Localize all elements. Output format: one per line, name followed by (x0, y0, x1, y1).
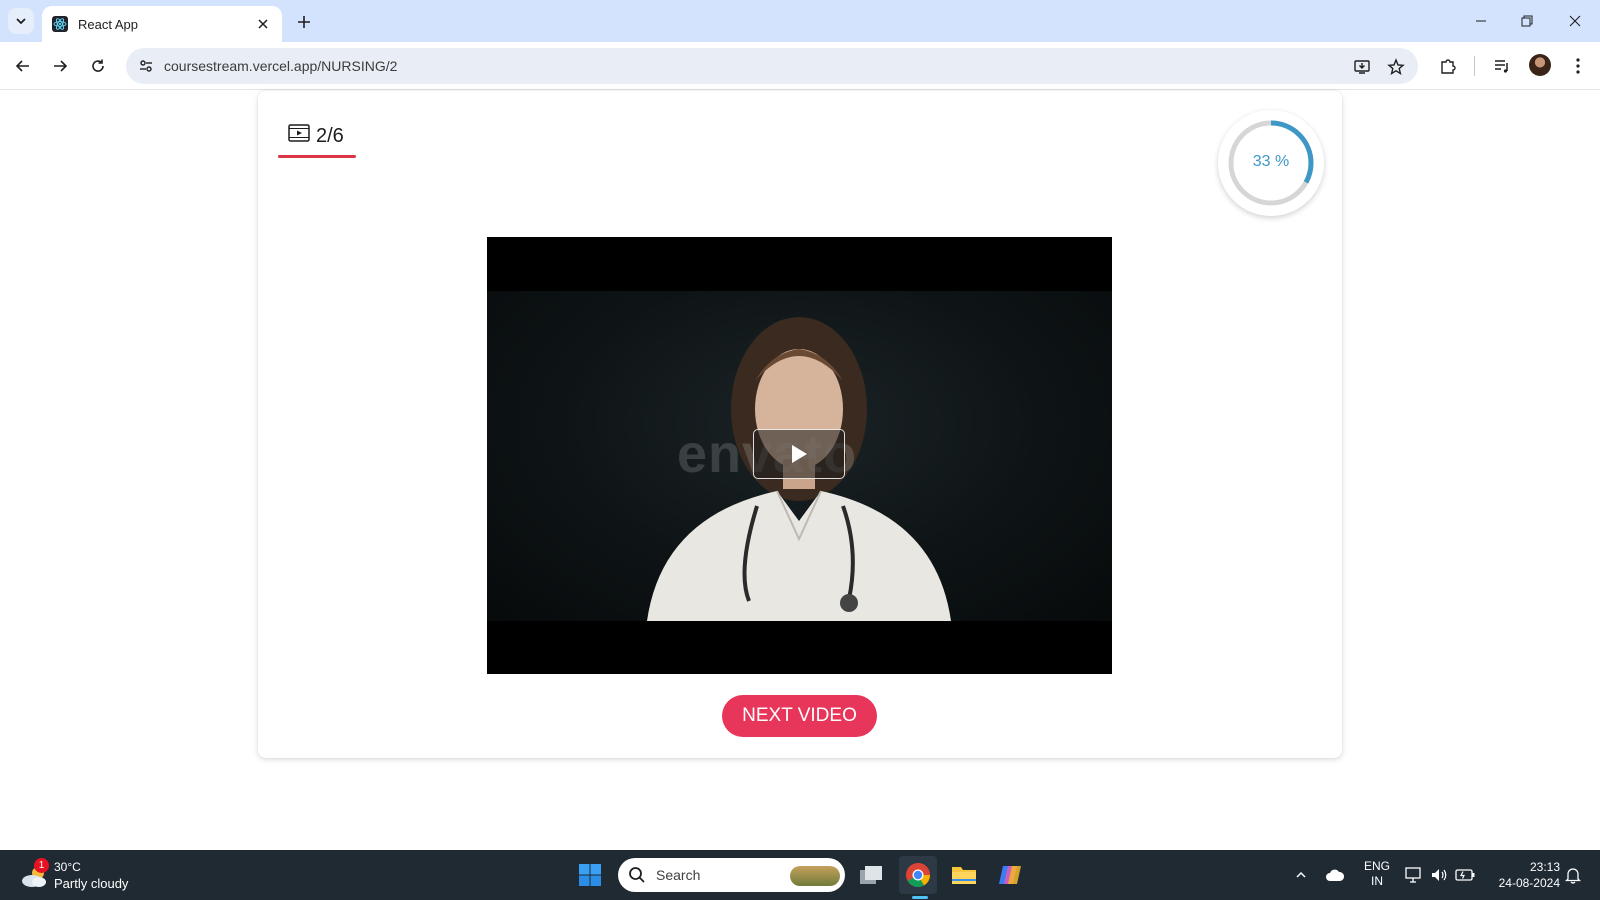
back-button[interactable] (9, 52, 37, 80)
restore-icon (1521, 15, 1533, 27)
search-icon (629, 867, 645, 883)
new-tab-button[interactable] (292, 10, 316, 34)
weather-condition: Partly cloudy (54, 876, 129, 891)
language-code: ENG (1363, 859, 1390, 873)
restore-button[interactable] (1512, 6, 1542, 36)
language-region: IN (1371, 874, 1383, 888)
address-bar[interactable]: coursestream.vercel.app/NURSING/2 (126, 48, 1418, 84)
task-view-icon (860, 866, 882, 884)
network-icon (1405, 867, 1421, 883)
arrow-right-icon (54, 60, 68, 72)
forward-button[interactable] (46, 52, 74, 80)
show-hidden-icons-button[interactable] (1290, 850, 1312, 900)
minimize-icon (1476, 20, 1486, 22)
clock-time: 23:13 (1529, 860, 1560, 874)
bell-icon (1565, 868, 1581, 884)
star-icon (1387, 58, 1405, 75)
search-highlight-image (790, 866, 840, 886)
file-explorer-button[interactable] (945, 856, 983, 894)
close-icon (1569, 15, 1581, 27)
tab-title: React App (78, 16, 138, 32)
install-icon (1354, 60, 1370, 74)
clock-date: 24-08-2024 (1498, 876, 1560, 890)
site-info-button[interactable] (134, 54, 158, 78)
close-icon (258, 19, 268, 29)
folder-icon (952, 867, 976, 884)
task-view-button[interactable] (852, 856, 890, 894)
video-count-text: 2/6 (316, 125, 344, 147)
arrow-left-icon (15, 60, 29, 72)
reload-icon (92, 59, 104, 72)
plus-icon (298, 16, 310, 28)
play-button[interactable] (753, 429, 845, 479)
more-vertical-icon (1576, 58, 1580, 74)
battery-button[interactable] (1453, 850, 1477, 900)
bookmark-button[interactable] (1384, 55, 1408, 79)
progress-label: 33 % (1252, 153, 1290, 170)
minimize-button[interactable] (1466, 6, 1496, 36)
browser-titlebar: React App (0, 0, 1600, 42)
copilot-icon (999, 866, 1021, 884)
chevron-down-icon (16, 18, 26, 25)
counter-underline (278, 155, 356, 158)
toolbar-divider (1474, 56, 1475, 76)
extensions-button[interactable] (1436, 54, 1460, 78)
chrome-icon (906, 863, 930, 888)
weather-notification-badge: 1 (34, 858, 49, 873)
play-icon (792, 445, 807, 463)
playlist-icon (1495, 60, 1508, 73)
windows-taskbar: 1 30°C Partly cloudy Search ENG IN 23:13… (0, 850, 1600, 900)
system-clock[interactable]: 23:13 24-08-2024 (1480, 859, 1560, 891)
close-window-button[interactable] (1560, 6, 1590, 36)
react-logo-icon (52, 16, 68, 32)
url-text[interactable]: coursestream.vercel.app/NURSING/2 (164, 58, 397, 74)
battery-icon (1455, 869, 1475, 881)
puzzle-icon (1441, 59, 1456, 74)
chevron-up-icon (1296, 871, 1306, 878)
tune-icon (140, 60, 152, 72)
volume-button[interactable] (1428, 850, 1450, 900)
reload-button[interactable] (84, 52, 112, 80)
profile-avatar[interactable] (1529, 54, 1551, 76)
video-icon (288, 124, 310, 142)
windows-logo-icon (579, 864, 601, 886)
language-indicator[interactable]: ENG IN (1362, 859, 1392, 889)
active-app-indicator (912, 896, 928, 899)
notifications-button[interactable] (1562, 850, 1584, 900)
progress-ring: 33 % (1218, 110, 1324, 216)
course-video-card: 2/6 33 % envato NEX (258, 91, 1342, 758)
weather-widget[interactable]: 1 30°C Partly cloudy (18, 858, 148, 894)
cloud-icon (1326, 869, 1345, 881)
chrome-taskbar-button[interactable] (899, 856, 937, 894)
network-button[interactable] (1403, 850, 1425, 900)
onedrive-button[interactable] (1322, 850, 1348, 900)
taskbar-search-box[interactable]: Search (618, 858, 845, 892)
video-player[interactable]: envato (487, 237, 1112, 674)
browser-toolbar: coursestream.vercel.app/NURSING/2 (0, 42, 1600, 90)
search-placeholder: Search (656, 867, 701, 883)
copilot-button[interactable] (991, 856, 1029, 894)
speaker-icon (1432, 869, 1447, 881)
browser-tab-active[interactable]: React App (42, 6, 282, 42)
video-counter: 2/6 (278, 121, 358, 161)
browser-menu-button[interactable] (1566, 54, 1590, 78)
tab-search-button[interactable] (8, 8, 34, 34)
media-control-button[interactable] (1490, 54, 1514, 78)
next-video-button[interactable]: NEXT VIDEO (722, 695, 877, 737)
start-button[interactable] (571, 856, 609, 894)
weather-temperature: 30°C (54, 860, 81, 874)
tab-close-button[interactable] (254, 15, 272, 33)
install-app-button[interactable] (1350, 55, 1374, 79)
